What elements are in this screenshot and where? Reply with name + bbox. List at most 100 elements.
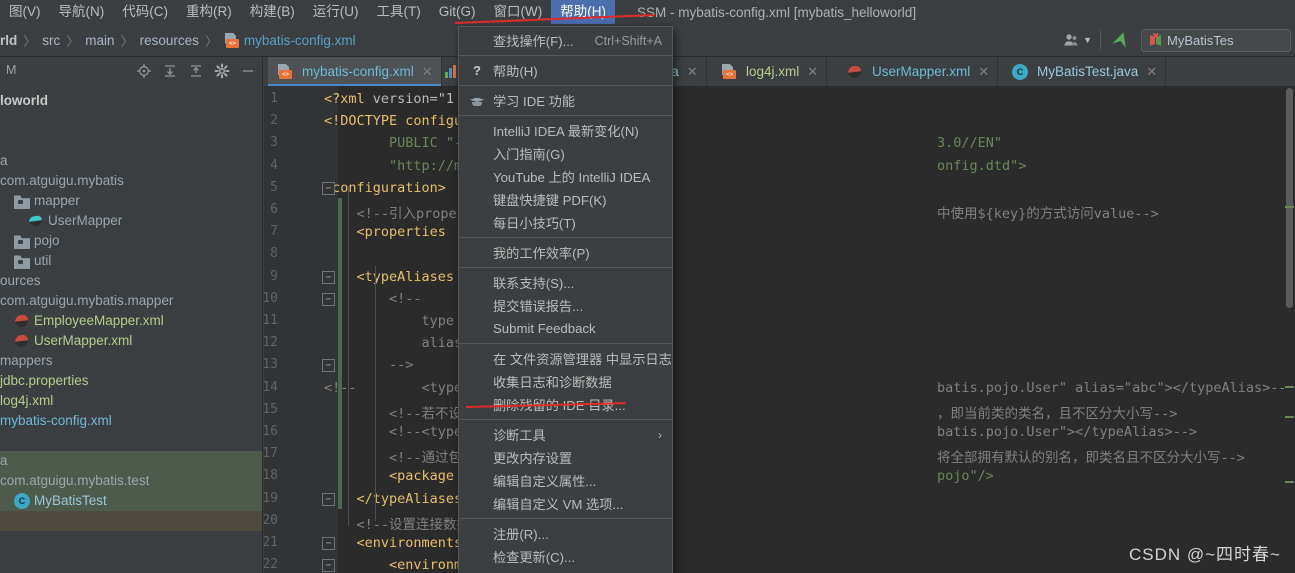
fold-toggle-icon[interactable]: − xyxy=(322,359,335,372)
close-icon[interactable]: ✕ xyxy=(807,64,818,80)
help-menu-item[interactable]: 学习 IDE 功能 xyxy=(459,89,672,112)
help-menu-item[interactable]: 编辑自定义 VM 选项... xyxy=(459,492,672,515)
expand-all-icon[interactable] xyxy=(162,63,178,79)
help-menu-item[interactable]: 查找操作(F)...Ctrl+Shift+A xyxy=(459,29,672,52)
breadcrumb-file[interactable]: mybatis-config.xml xyxy=(244,33,356,48)
tree-row[interactable]: a xyxy=(0,151,262,171)
fold-toggle-icon[interactable]: − xyxy=(322,493,335,506)
help-menu-item[interactable]: 键盘快捷键 PDF(K) xyxy=(459,188,672,211)
code-span: <?xml xyxy=(324,91,373,107)
help-menu-item-label: 提交错误报告... xyxy=(493,296,583,315)
help-menu-item[interactable]: 提交错误报告... xyxy=(459,294,672,317)
fold-toggle-icon[interactable]: − xyxy=(322,537,335,550)
help-menu-item[interactable]: YouTube 上的 IntelliJ IDEA xyxy=(459,165,672,188)
code-span: alias xyxy=(324,335,462,351)
help-menu-item[interactable]: 编辑自定义属性... xyxy=(459,469,672,492)
chart-file-icon xyxy=(445,65,459,79)
help-menu-item[interactable]: 在 文件资源管理器 中显示日志 xyxy=(459,347,672,370)
menu-item-4[interactable]: 构建(B) xyxy=(241,0,304,24)
tree-row[interactable]: mapper xyxy=(0,191,262,211)
help-menu-item[interactable]: 诊断工具› xyxy=(459,423,672,446)
editor-tab[interactable]: <>mybatis-config.xml✕ xyxy=(268,57,442,86)
menu-item-3[interactable]: 重构(R) xyxy=(177,0,241,24)
tree-row[interactable] xyxy=(0,111,262,131)
tree-row[interactable]: ources xyxy=(0,271,262,291)
menu-item-5[interactable]: 运行(U) xyxy=(304,0,368,24)
locate-target-icon[interactable] xyxy=(136,63,152,79)
menu-item-6[interactable]: 工具(T) xyxy=(368,0,430,24)
help-menu-item[interactable]: 注册(R)... xyxy=(459,522,672,545)
help-menu-item[interactable]: Submit Feedback xyxy=(459,317,672,340)
tree-row[interactable]: loworld xyxy=(0,91,262,111)
tree-row[interactable]: com.atguigu.mybatis.mapper xyxy=(0,291,262,311)
code-span: <!--<type xyxy=(324,424,462,440)
menu-item-2[interactable]: 代码(C) xyxy=(113,0,177,24)
help-menu-item[interactable]: 联系支持(S)... xyxy=(459,271,672,294)
tree-row[interactable] xyxy=(0,511,262,531)
help-menu-item[interactable]: 入门指南(G) xyxy=(459,142,672,165)
tree-row[interactable]: com.atguigu.mybatis.test xyxy=(0,471,262,491)
close-icon[interactable]: ✕ xyxy=(1146,64,1157,80)
tree-row[interactable]: UserMapper.xml xyxy=(0,331,262,351)
tree-row[interactable]: log4j.xml xyxy=(0,391,262,411)
help-menu-item[interactable]: 我的工作效率(P) xyxy=(459,241,672,264)
help-menu-item[interactable]: 每日小技巧(T) xyxy=(459,211,672,234)
menu-item-9[interactable]: 帮助(H) xyxy=(551,0,615,24)
tree-row[interactable]: jdbc.properties xyxy=(0,371,262,391)
tree-row[interactable] xyxy=(0,131,262,151)
code-line: "http://m xyxy=(324,158,462,174)
tree-row[interactable]: UserMapper xyxy=(0,211,262,231)
vcs-change-marker xyxy=(338,198,342,220)
gear-icon[interactable] xyxy=(214,63,230,79)
breadcrumb-item-0[interactable]: rld xyxy=(0,33,17,48)
help-menu-item[interactable]: 关于(A) xyxy=(459,568,672,573)
tree-row-label: com.atguigu.mybatis.test xyxy=(0,471,149,491)
tree-row[interactable]: EmployeeMapper.xml xyxy=(0,311,262,331)
tree-row[interactable] xyxy=(0,431,262,451)
editor-gutter[interactable]: 12345678910111213141516171819202122 xyxy=(264,86,320,573)
help-menu-item-label: 编辑自定义 VM 选项... xyxy=(493,494,623,513)
editor-tab[interactable]: <>log4j.xml✕ xyxy=(712,57,827,86)
breadcrumb-item-1[interactable]: src xyxy=(42,33,60,48)
tree-row[interactable]: mybatis-config.xml xyxy=(0,411,262,431)
run-configuration-selector[interactable]: ✖ MyBatisTes xyxy=(1141,29,1291,52)
tree-row[interactable]: pojo xyxy=(0,231,262,251)
editor-tab[interactable]: UserMapper.xml✕ xyxy=(838,57,998,86)
csdn-watermark: CSDN @~四时春~ xyxy=(1129,540,1281,565)
editor-tab-bar[interactable]: <>mybatis-config.xml✕jc✕ava✕<>log4j.xml✕… xyxy=(264,57,1295,86)
tree-row[interactable]: a xyxy=(0,451,262,471)
help-menu-item-label: 学习 IDE 功能 xyxy=(493,91,575,110)
fold-toggle-icon[interactable]: − xyxy=(322,293,335,306)
help-dropdown-menu[interactable]: 查找操作(F)...Ctrl+Shift+A ?帮助(H) 学习 IDE 功能 Int… xyxy=(458,26,673,573)
editor-tab[interactable]: CMyBatisTest.java✕ xyxy=(1003,57,1166,86)
tree-row[interactable]: com.atguigu.mybatis xyxy=(0,171,262,191)
user-avatar-button[interactable]: ▼ xyxy=(1063,32,1092,48)
tree-row[interactable]: util xyxy=(0,251,262,271)
fold-toggle-icon[interactable]: − xyxy=(322,559,335,572)
minimize-icon[interactable] xyxy=(240,63,256,79)
help-menu-item[interactable]: 检查更新(C)... xyxy=(459,545,672,568)
tree-row-label: log4j.xml xyxy=(0,391,53,411)
breadcrumb-item-2[interactable]: main xyxy=(85,33,114,48)
menu-item-1[interactable]: 导航(N) xyxy=(50,0,114,24)
code-editor[interactable]: 12345678910111213141516171819202122 <?xm… xyxy=(264,86,1295,573)
vcs-update-arrow-icon[interactable] xyxy=(1109,29,1133,51)
collapse-all-icon[interactable] xyxy=(188,63,204,79)
close-icon[interactable]: ✕ xyxy=(422,64,433,80)
help-menu-item[interactable]: 收集日志和诊断数据 xyxy=(459,370,672,393)
help-menu-item[interactable]: IntelliJ IDEA 最新变化(N) xyxy=(459,119,672,142)
breadcrumb[interactable]: rld〉src〉main〉resources〉<>mybatis-config.… xyxy=(0,31,356,50)
project-tree[interactable]: loworldacom.atguigu.mybatismapperUserMap… xyxy=(0,85,262,531)
help-menu-item[interactable]: 更改内存设置 xyxy=(459,446,672,469)
code-line: <!-- <type xyxy=(324,380,462,396)
editor-vertical-scrollbar[interactable] xyxy=(1284,86,1295,573)
tree-row[interactable]: mappers xyxy=(0,351,262,371)
fold-toggle-icon[interactable]: − xyxy=(322,182,335,195)
tree-row[interactable]: CMyBatisTest xyxy=(0,491,262,511)
close-icon[interactable]: ✕ xyxy=(978,64,989,80)
close-icon[interactable]: ✕ xyxy=(687,64,698,80)
help-menu-item[interactable]: ?帮助(H) xyxy=(459,59,672,82)
menu-item-0[interactable]: 图(V) xyxy=(0,0,50,24)
breadcrumb-item-3[interactable]: resources xyxy=(140,33,199,48)
fold-toggle-icon[interactable]: − xyxy=(322,271,335,284)
